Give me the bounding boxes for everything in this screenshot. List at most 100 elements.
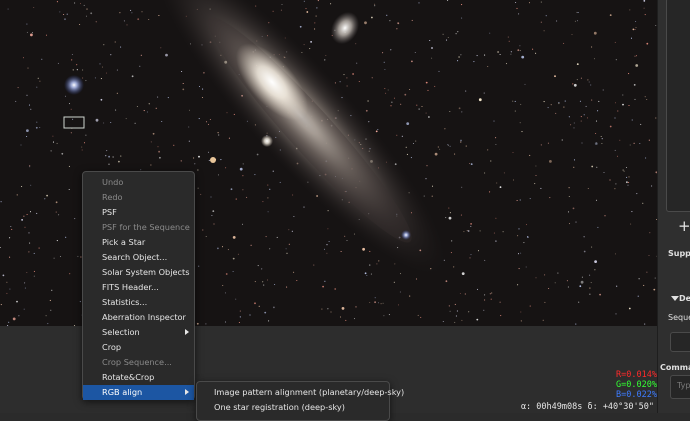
menu-item-search-object[interactable]: Search Object... xyxy=(83,250,194,265)
star xyxy=(590,84,592,86)
star xyxy=(594,142,598,146)
star xyxy=(418,108,420,110)
star xyxy=(374,5,376,7)
star xyxy=(497,51,499,53)
star xyxy=(534,183,536,185)
star xyxy=(225,167,227,169)
star xyxy=(81,146,83,148)
star xyxy=(449,145,451,147)
star xyxy=(330,3,332,5)
star xyxy=(150,164,152,166)
star xyxy=(165,53,168,57)
star xyxy=(26,31,28,33)
menu-item-fits-header[interactable]: FITS Header... xyxy=(83,280,194,295)
star xyxy=(442,320,444,323)
star xyxy=(232,257,235,260)
star xyxy=(52,135,54,137)
menu-item-pick-star[interactable]: Pick a Star xyxy=(83,235,194,250)
submenu-item-image-pattern-alignment[interactable]: Image pattern alignment (planetary/deep-… xyxy=(197,385,404,400)
star xyxy=(123,20,125,22)
star xyxy=(631,211,633,213)
menu-item-aberration-inspector[interactable]: Aberration Inspector xyxy=(83,310,194,325)
menu-item-crop-sequence: Crop Sequence... xyxy=(102,357,172,367)
star xyxy=(241,223,244,225)
star xyxy=(106,150,108,152)
star xyxy=(597,226,599,228)
star xyxy=(449,110,451,113)
star xyxy=(449,212,451,214)
star xyxy=(512,151,514,154)
star xyxy=(583,236,585,238)
chevron-right-icon xyxy=(185,329,189,335)
star xyxy=(262,201,264,203)
menu-item-statistics[interactable]: Statistics... xyxy=(83,295,194,310)
star xyxy=(493,120,495,122)
star xyxy=(454,321,456,323)
star xyxy=(634,55,636,57)
chevron-right-icon xyxy=(185,389,189,395)
star xyxy=(591,99,593,101)
star xyxy=(100,78,102,80)
star xyxy=(415,140,417,142)
star xyxy=(74,218,76,220)
star xyxy=(355,43,357,45)
star xyxy=(81,149,83,151)
star xyxy=(455,33,457,35)
sequence-field[interactable] xyxy=(670,332,690,352)
star xyxy=(558,103,560,105)
star xyxy=(599,293,601,296)
star xyxy=(543,30,545,32)
star xyxy=(576,20,579,22)
menu-item-rgb-align[interactable]: RGB align xyxy=(83,385,194,400)
star xyxy=(554,75,556,78)
star xyxy=(418,2,420,4)
star xyxy=(232,270,234,273)
star xyxy=(615,313,617,315)
star xyxy=(626,176,628,178)
star xyxy=(555,112,557,114)
green-value: G=0.020% xyxy=(616,380,657,390)
command-input[interactable]: Typ xyxy=(670,375,690,399)
star xyxy=(31,32,34,34)
star xyxy=(17,87,19,89)
menu-item-rotate-crop[interactable]: Rotate&Crop xyxy=(83,370,194,385)
star xyxy=(630,223,632,225)
star xyxy=(476,288,479,290)
star xyxy=(0,201,2,203)
command-placeholder: Typ xyxy=(677,381,690,390)
star xyxy=(205,323,207,325)
star xyxy=(339,316,342,318)
menu-item-crop[interactable]: Crop xyxy=(83,340,194,355)
star xyxy=(264,311,267,314)
star xyxy=(431,57,433,59)
star xyxy=(415,278,418,280)
star xyxy=(593,31,597,35)
star xyxy=(303,44,305,46)
plus-icon[interactable]: + xyxy=(678,219,690,234)
star xyxy=(217,247,219,250)
star xyxy=(644,14,646,16)
star xyxy=(445,217,447,219)
star xyxy=(614,102,617,104)
menu-item-psf[interactable]: PSF xyxy=(83,205,194,220)
star xyxy=(514,110,516,112)
star xyxy=(420,316,422,318)
star xyxy=(478,98,482,102)
star xyxy=(460,54,462,56)
star xyxy=(645,157,647,159)
star xyxy=(299,25,302,28)
star xyxy=(460,141,462,143)
star xyxy=(646,271,648,273)
star xyxy=(503,172,505,174)
star xyxy=(261,268,263,270)
star xyxy=(572,207,575,210)
menu-item-selection[interactable]: Selection xyxy=(83,325,194,340)
star xyxy=(374,301,376,304)
menu-item-solar-system[interactable]: Solar System Objects xyxy=(83,265,194,280)
star xyxy=(535,52,537,54)
star xyxy=(626,181,628,184)
star xyxy=(544,301,546,303)
star xyxy=(520,103,522,105)
star xyxy=(7,8,9,10)
expander-arrow-icon[interactable] xyxy=(671,296,679,301)
